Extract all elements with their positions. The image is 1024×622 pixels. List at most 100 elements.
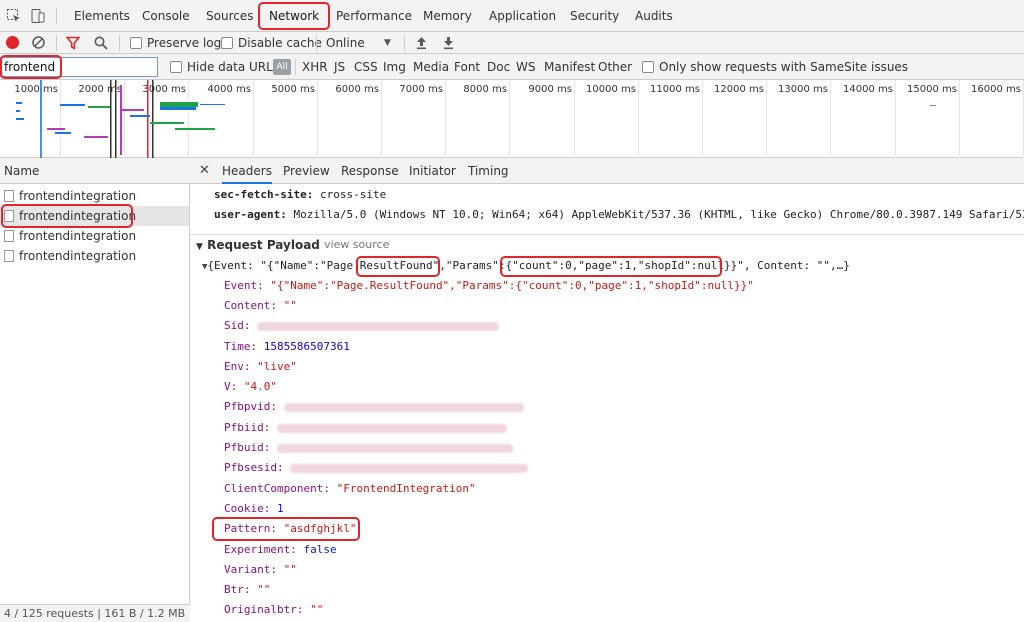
payload-content: Content: "" xyxy=(224,299,297,312)
redacted-value xyxy=(283,402,524,412)
payload-sid: Sid: xyxy=(224,317,500,335)
tab-network[interactable]: Network xyxy=(269,0,319,32)
filter-css[interactable]: CSS xyxy=(354,54,378,80)
payload-cookie: Cookie: 1 xyxy=(224,502,284,515)
divider xyxy=(56,8,57,24)
divider xyxy=(404,35,405,51)
file-icon xyxy=(4,190,14,202)
filter-img[interactable]: Img xyxy=(383,54,406,80)
tab-console[interactable]: Console xyxy=(142,0,190,32)
filter-ws[interactable]: WS xyxy=(516,54,535,80)
divider xyxy=(56,35,57,51)
tab-application[interactable]: Application xyxy=(489,0,556,32)
header-user-agent: user-agent: Mozilla/5.0 (Windows NT 10.0… xyxy=(214,208,1024,221)
tab-initiator[interactable]: Initiator xyxy=(409,158,456,184)
timeline-waterfall xyxy=(16,80,936,158)
request-count-status: 4 / 125 requests | 161 B / 1.2 MB xyxy=(0,604,190,622)
filter-font[interactable]: Font xyxy=(454,54,480,80)
payload-event: Event: "{"Name":"Page.ResultFound","Para… xyxy=(224,279,754,292)
timeline-overview[interactable]: 1000 ms 2000 ms 3000 ms 4000 ms 5000 ms 6000 … xyxy=(0,80,1024,158)
device-toolbar-icon[interactable] xyxy=(30,8,46,24)
tab-preview[interactable]: Preview xyxy=(283,158,330,184)
samesite-label: Only show requests with SameSite issues xyxy=(659,60,909,74)
payload-pfbsesid: Pfbsesid: xyxy=(224,459,529,477)
tab-memory[interactable]: Memory xyxy=(423,0,472,32)
throttling-select[interactable]: Online xyxy=(326,32,365,54)
payload-originalbtr: Originalbtr: "" xyxy=(224,603,324,616)
tab-security[interactable]: Security xyxy=(570,0,619,32)
divider xyxy=(295,59,296,75)
redacted-value xyxy=(276,423,507,433)
request-name: frontendintegration xyxy=(19,209,137,223)
search-icon[interactable] xyxy=(94,36,108,53)
tab-audits[interactable]: Audits xyxy=(635,0,673,32)
tab-response[interactable]: Response xyxy=(341,158,399,184)
filter-media[interactable]: Media xyxy=(413,54,449,80)
tab-headers[interactable]: Headers xyxy=(222,158,272,184)
header-sec-fetch-site: sec-fetch-site: cross-site xyxy=(214,188,387,201)
filter-bar: frontend Hide data URLs All XHR JS CSS I… xyxy=(0,54,1024,80)
request-row[interactable]: frontendintegration xyxy=(0,206,189,226)
redacted-value xyxy=(290,463,529,473)
request-row[interactable]: frontendintegration xyxy=(0,186,189,206)
tab-elements[interactable]: Elements xyxy=(74,0,130,32)
payload-pfbuid: Pfbuid: xyxy=(224,439,513,457)
payload-summary[interactable]: ▼{Event: "{"Name":"Page.ResultFound","Pa… xyxy=(202,257,850,275)
export-har-icon[interactable] xyxy=(442,36,455,53)
inspect-element-icon[interactable] xyxy=(6,8,22,24)
view-source-link[interactable]: view source xyxy=(324,236,389,254)
import-har-icon[interactable] xyxy=(415,36,428,53)
hide-data-urls-label: Hide data URLs xyxy=(187,60,280,74)
disable-cache-label: Disable cache xyxy=(238,36,322,50)
tab-sources[interactable]: Sources xyxy=(206,0,253,32)
redacted-value xyxy=(276,443,513,453)
request-row[interactable]: frontendintegration xyxy=(0,226,189,246)
payload-variant: Variant: "" xyxy=(224,563,297,576)
filter-doc[interactable]: Doc xyxy=(487,54,510,80)
payload-client-component: ClientComponent: "FrontendIntegration" xyxy=(224,482,476,495)
filter-input[interactable]: frontend xyxy=(0,57,158,77)
request-payload-title[interactable]: ▼ Request Payload xyxy=(196,236,320,254)
divider xyxy=(316,35,317,51)
filter-js[interactable]: JS xyxy=(334,54,345,80)
payload-pfbiid: Pfbiid: xyxy=(224,419,507,437)
detail-tab-bar: ✕ Headers Preview Response Initiator Tim… xyxy=(190,158,1024,184)
request-list-panel: Name frontendintegration frontendintegra… xyxy=(0,158,190,622)
request-row[interactable]: frontendintegration xyxy=(0,246,189,266)
payload-experiment: Experiment: false xyxy=(224,543,337,556)
preserve-log-label: Preserve log xyxy=(147,36,222,50)
payload-pfbpvid: Pfbpvid: xyxy=(224,398,524,416)
file-icon xyxy=(4,250,14,262)
payload-v: V: "4.0" xyxy=(224,380,277,393)
filter-xhr[interactable]: XHR xyxy=(302,54,328,80)
filter-manifest[interactable]: Manifest xyxy=(544,54,595,80)
filter-other[interactable]: Other xyxy=(598,54,632,80)
chevron-down-icon[interactable]: ▼ xyxy=(384,32,391,54)
tab-performance[interactable]: Performance xyxy=(336,0,412,32)
disable-cache-checkbox[interactable] xyxy=(221,37,233,49)
filter-all-button[interactable]: All xyxy=(273,59,291,75)
network-toolbar: Preserve log Disable cache Online ▼ xyxy=(0,32,1024,54)
file-icon xyxy=(4,210,14,222)
redacted-value xyxy=(257,321,500,331)
record-icon[interactable] xyxy=(6,36,19,49)
hide-data-urls-checkbox[interactable] xyxy=(170,61,182,73)
payload-pattern: Pattern: "asdfghjkl" xyxy=(224,522,357,535)
samesite-checkbox[interactable] xyxy=(642,61,654,73)
name-column-header[interactable]: Name xyxy=(0,158,190,184)
payload-btr: Btr: "" xyxy=(224,583,271,596)
clear-icon[interactable] xyxy=(32,36,45,52)
request-name: frontendintegration xyxy=(19,189,137,203)
filter-icon[interactable] xyxy=(65,36,81,53)
tab-timing[interactable]: Timing xyxy=(468,158,509,184)
divider xyxy=(119,35,120,51)
payload-env: Env: "live" xyxy=(224,360,297,373)
file-icon xyxy=(4,230,14,242)
request-name: frontendintegration xyxy=(19,229,137,243)
request-detail-panel: ✕ Headers Preview Response Initiator Tim… xyxy=(190,158,1024,622)
close-icon[interactable]: ✕ xyxy=(199,158,210,184)
preserve-log-checkbox[interactable] xyxy=(130,37,142,49)
request-name: frontendintegration xyxy=(19,249,137,263)
payload-time: Time: 1585586507361 xyxy=(224,340,350,353)
devtools-tab-bar: Elements Console Sources Network Perform… xyxy=(0,0,1024,32)
